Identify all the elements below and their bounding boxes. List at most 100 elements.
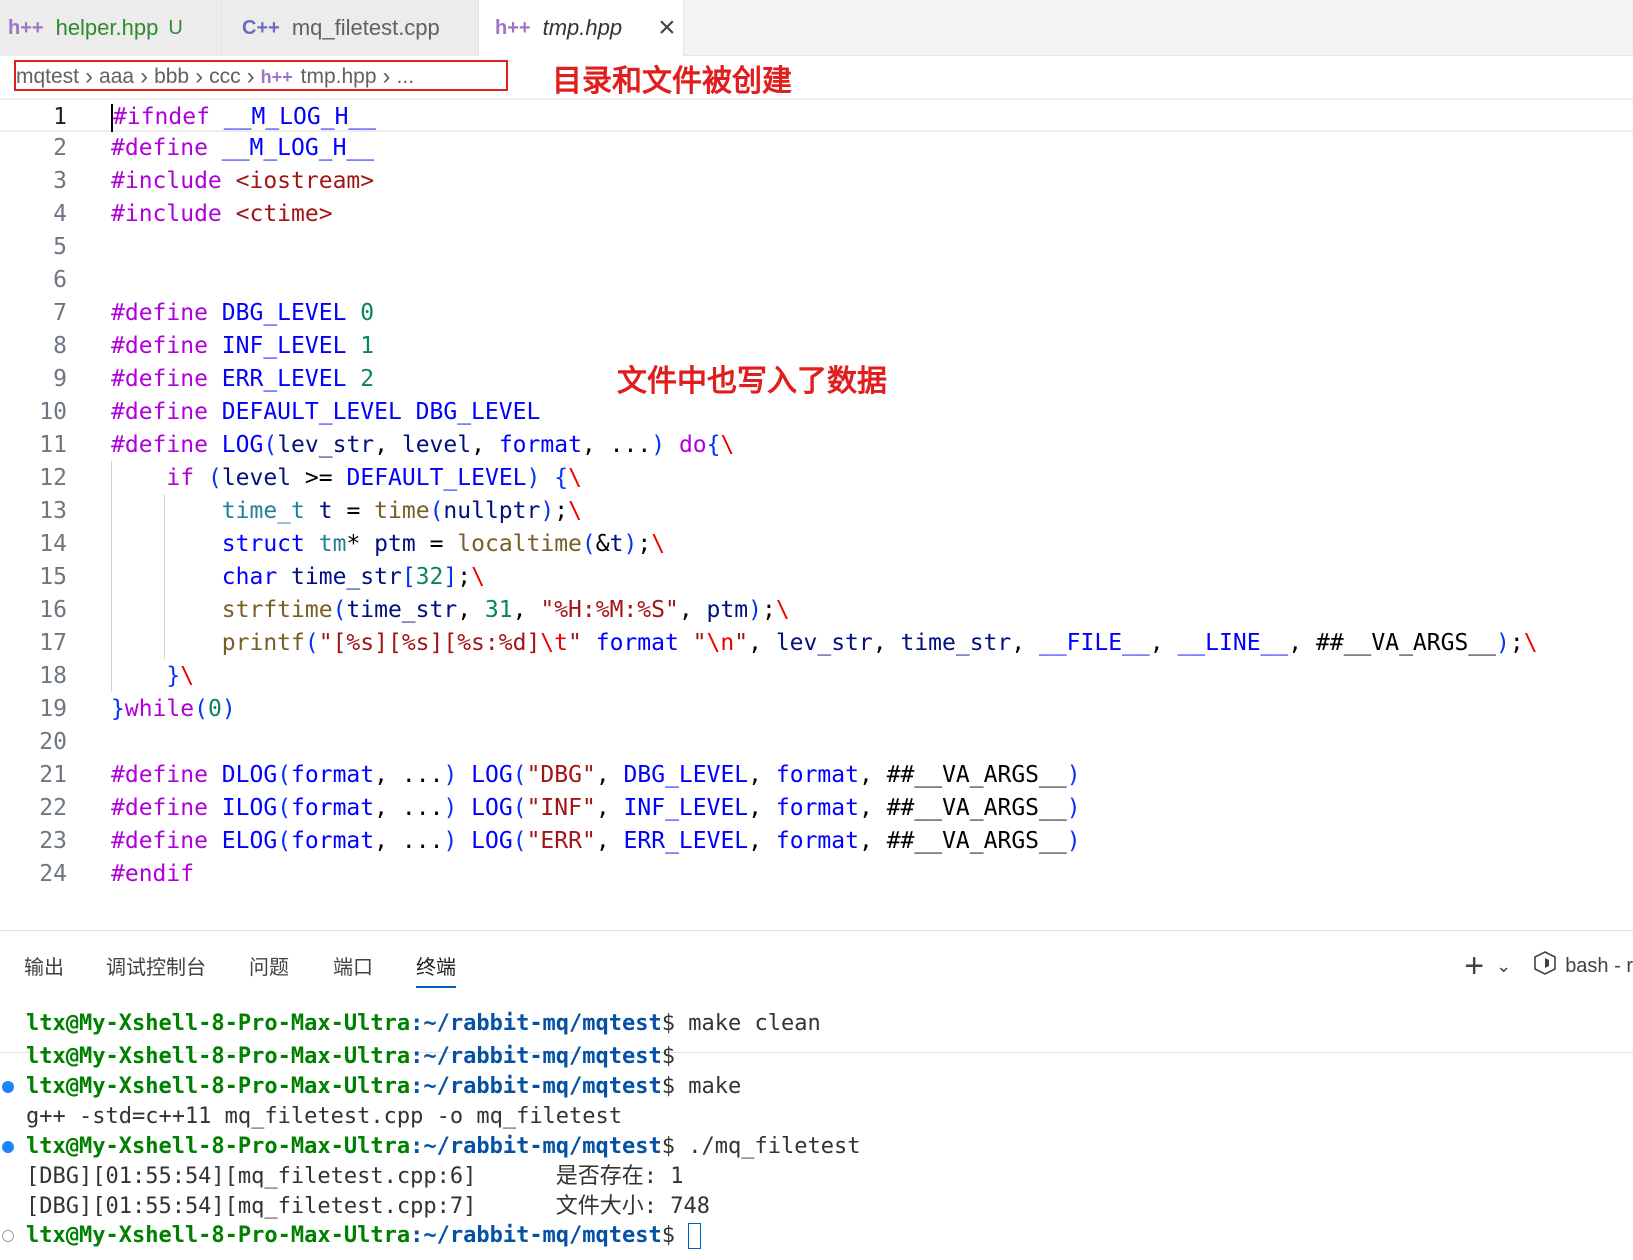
terminal-icon [1533,950,1557,982]
code-line[interactable]: 20 [0,725,1633,759]
tab-label: helper.hpp [55,15,159,40]
tab-label: mq_filetest.cpp [291,15,440,40]
code-text: #include <ctime> [111,201,333,227]
prompt-user-host: ltx@My-Xshell-8-Pro-Max-Ultra [26,1074,411,1099]
terminal-prompt-line: ltx@My-Xshell-8-Pro-Max-Ultra:~/rabbit-m… [0,1221,1633,1251]
terminal-prompt-line: ltx@My-Xshell-8-Pro-Max-Ultra:~/rabbit-m… [0,1009,1633,1039]
line-number: 1 [53,104,67,130]
tab-ports[interactable]: 端口 [333,951,373,980]
code-line[interactable]: 1 #ifndef __M_LOG_H__ [0,98,1633,132]
code-text: strftime(time_str, 31, "%H:%M:%S", ptm);… [221,597,790,623]
code-line[interactable]: 16 strftime(time_str, 31, "%H:%M:%S", pt… [0,593,1633,627]
tab-tmp-hpp[interactable]: h++ tmp.hpp × [479,0,684,56]
code-line[interactable]: 17 printf("[%s][%s][%s:%d]\t" format "\n… [0,626,1633,660]
terminal-text: ltx@My-Xshell-8-Pro-Max-Ultra:~/rabbit-m… [26,1221,702,1251]
line-number: 5 [53,234,67,260]
code-line[interactable]: 18 }\ [0,659,1633,693]
terminal-name[interactable]: bash - r [1565,955,1633,978]
line-number: 3 [53,168,67,194]
terminal-output-line: g++ -std=c++11 mq_filetest.cpp -o mq_fil… [0,1102,1633,1132]
code-line[interactable]: 5 [0,230,1633,264]
code-line[interactable]: 4 #include <ctime> [0,197,1633,231]
tab-debug-console[interactable]: 调试控制台 [106,951,206,980]
code-text: #define DEFAULT_LEVEL DBG_LEVEL [111,399,541,425]
line-number: 21 [39,762,67,788]
code-text: #define INF_LEVEL 1 [111,333,375,359]
tab-label: tmp.hpp [542,15,623,40]
code-line[interactable]: 13 time_t t = time(nullptr);\ [0,494,1633,528]
line-number: 16 [39,597,67,623]
code-line[interactable]: 24 #endif [0,857,1633,891]
code-line[interactable]: 14 struct tm* ptm = localtime(&t);\ [0,527,1633,561]
code-line[interactable]: 15 char time_str[32];\ [0,560,1633,594]
tab-problems[interactable]: 问题 [249,951,289,980]
prompt-user-host: ltx@My-Xshell-8-Pro-Max-Ultra [26,1044,411,1069]
code-text: #include <iostream> [111,168,375,194]
code-line[interactable]: 12 if (level >= DEFAULT_LEVEL) {\ [0,461,1633,495]
terminal-output-line: [DBG][01:55:54][mq_filetest.cpp:6] 是否存在:… [0,1162,1633,1192]
command-status-icon[interactable] [2,1081,14,1093]
line-number: 7 [53,300,67,326]
code-line[interactable]: 7 #define DBG_LEVEL 0 [0,296,1633,330]
prompt-command: $ ./mq_filetest [661,1134,861,1159]
panel-actions: + ⌄ bash - r [1464,949,1633,983]
tab-terminal[interactable]: 终端 [416,951,456,988]
line-number: 10 [39,399,67,425]
terminal-text: ltx@My-Xshell-8-Pro-Max-Ultra:~/rabbit-m… [26,1132,860,1162]
line-number: 13 [39,498,67,524]
code-text: char time_str[32];\ [221,564,485,590]
chevron-down-icon[interactable]: ⌄ [1496,956,1511,977]
code-text: #define DLOG(format, ...) LOG("DBG", DBG… [111,762,1081,788]
code-line[interactable]: 2 #define __M_LOG_H__ [0,131,1633,165]
terminal-text: ltx@My-Xshell-8-Pro-Max-Ultra:~/rabbit-m… [26,1009,821,1039]
close-icon[interactable]: × [658,13,676,43]
code-line[interactable]: 21 #define DLOG(format, ...) LOG("DBG", D… [0,758,1633,792]
tab-output[interactable]: 输出 [24,951,64,980]
line-number: 23 [39,828,67,854]
code-line[interactable]: 3 #include <iostream> [0,164,1633,198]
editor-tab-bar: h++ helper.hpp U C++ mq_filetest.cpp h++… [0,0,1633,56]
line-number: 6 [53,267,67,293]
line-number: 24 [39,861,67,887]
code-line[interactable]: 10 #define DEFAULT_LEVEL DBG_LEVEL [0,395,1633,429]
indent-guide [111,461,112,692]
code-line[interactable]: 6 [0,263,1633,297]
prompt-command: $ make clean [661,1011,821,1036]
code-text: #define ERR_LEVEL 2 [111,366,375,392]
terminal-output-line: [DBG][01:55:54][mq_filetest.cpp:7] 文件大小:… [0,1192,1633,1222]
code-text: #define DBG_LEVEL 0 [111,300,375,326]
annotation-editor-note: 文件中也写入了数据 [617,364,887,399]
indent-guide [164,494,165,659]
line-number: 4 [53,201,67,227]
terminal-prompt-line: ltx@My-Xshell-8-Pro-Max-Ultra:~/rabbit-m… [0,1042,1633,1072]
code-text: }while(0) [111,696,236,722]
tab-helper-hpp[interactable]: h++ helper.hpp U [0,0,222,56]
code-line[interactable]: 19}while(0) [0,692,1633,726]
code-line[interactable]: 22 #define ILOG(format, ...) LOG("INF", I… [0,791,1633,825]
command-status-icon[interactable] [2,1141,14,1153]
tab-mq-filetest-cpp[interactable]: C++ mq_filetest.cpp [222,0,479,56]
add-terminal-icon[interactable]: + [1464,949,1484,983]
line-number: 8 [53,333,67,359]
code-text: #ifndef __M_LOG_H__ [111,103,377,132]
line-number: 12 [39,465,67,491]
line-number: 11 [39,432,67,458]
code-line[interactable]: 11 #define LOG(lev_str, level, format, ..… [0,428,1633,462]
code-text: printf("[%s][%s][%s:%d]\t" format "\n", … [221,630,1538,656]
command-status-icon[interactable] [2,1230,14,1242]
prompt-user-host: ltx@My-Xshell-8-Pro-Max-Ultra [26,1134,411,1159]
line-number: 9 [53,366,67,392]
code-editor[interactable]: 1 #ifndef __M_LOG_H__ 2 #define __M_LOG_H__… [0,98,1633,928]
prompt-path: :~/rabbit-mq/mqtest [410,1044,662,1069]
prompt-path: :~/rabbit-mq/mqtest [410,1074,662,1099]
terminal-text: [DBG][01:55:54][mq_filetest.cpp:6] 是否存在:… [26,1164,684,1189]
code-line[interactable]: 23 #define ELOG(format, ...) LOG("ERR", E… [0,824,1633,858]
prompt-path: :~/rabbit-mq/mqtest [410,1011,662,1036]
hpp-file-icon: h++ [8,16,44,39]
terminal-prompt-line: ltx@My-Xshell-8-Pro-Max-Ultra:~/rabbit-m… [0,1072,1633,1102]
line-number: 15 [39,564,67,590]
line-number: 22 [39,795,67,821]
terminal-cursor [688,1223,702,1249]
panel-tab-bar: 输出 调试控制台 问题 端口 终端 + ⌄ bash - r [0,931,1633,993]
terminal-text: g++ -std=c++11 mq_filetest.cpp -o mq_fil… [26,1104,623,1129]
